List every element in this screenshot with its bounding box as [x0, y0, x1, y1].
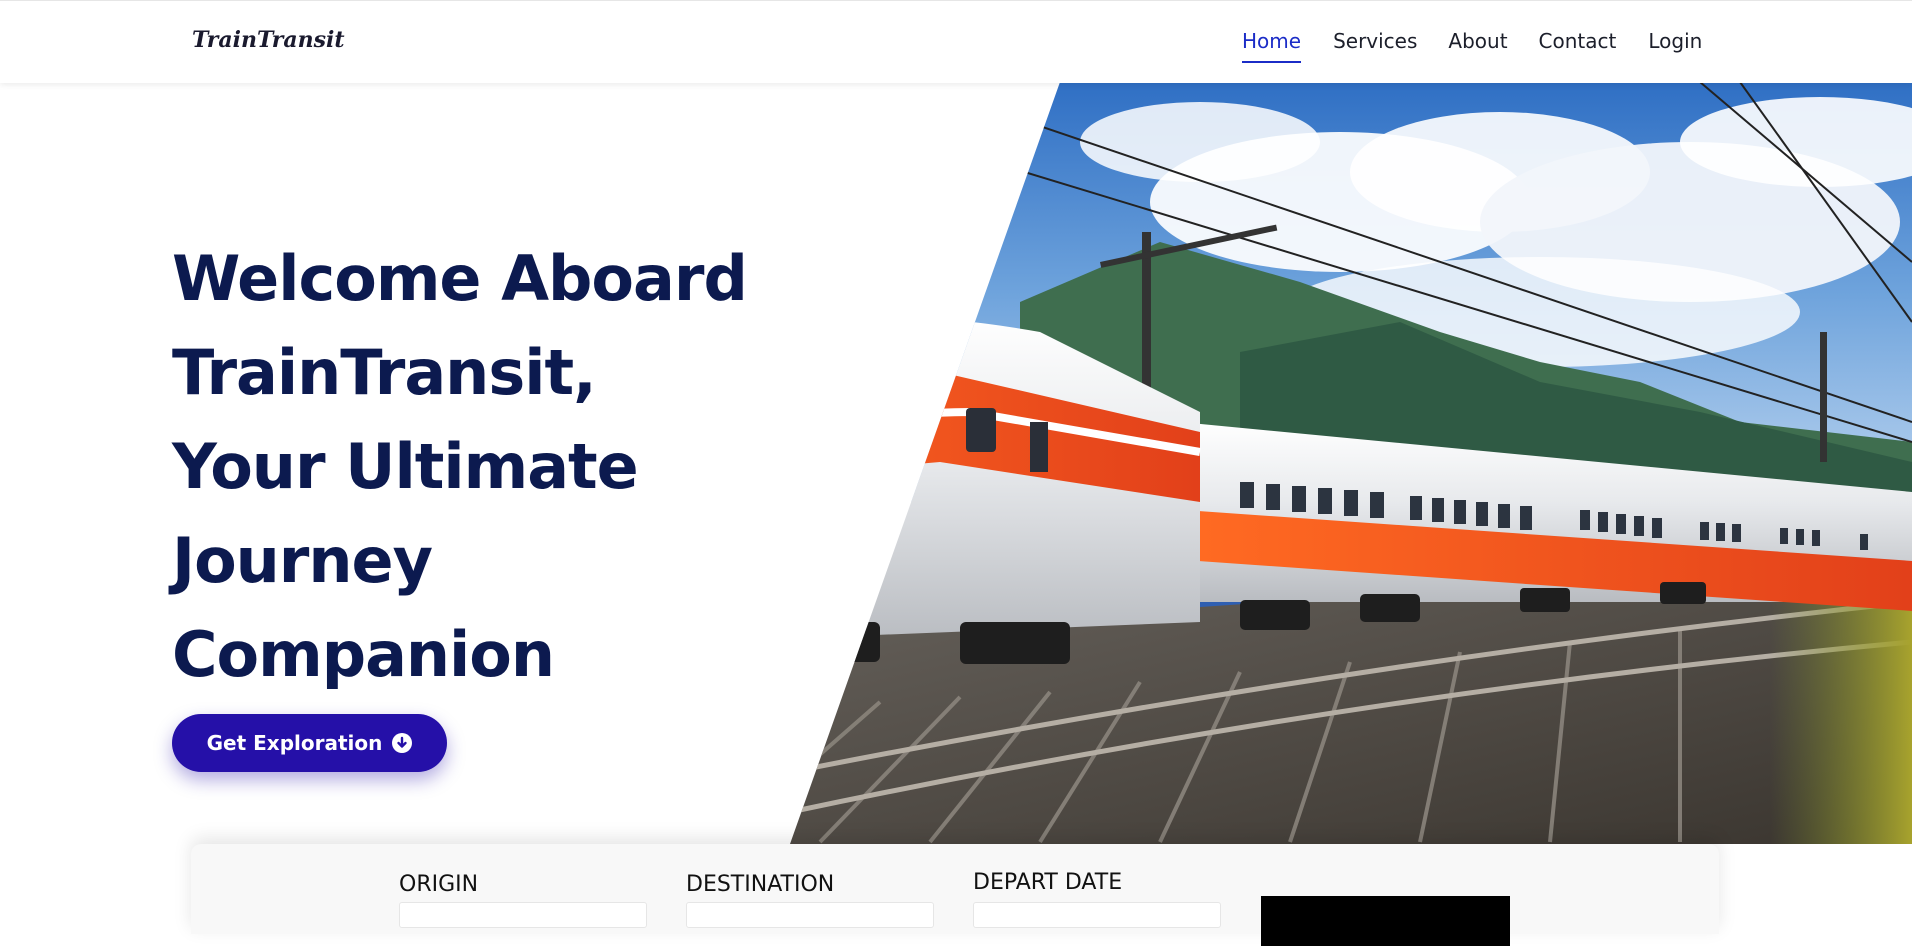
hero-title-line: TrainTransit,	[172, 336, 597, 409]
hero-train-image	[790, 82, 1912, 844]
depart-date-label: DEPART DATE	[973, 870, 1123, 895]
nav-link-contact[interactable]: Contact	[1539, 29, 1617, 63]
hero-title-line: Journey	[172, 524, 433, 597]
hero-title-line: Welcome Aboard	[172, 242, 748, 315]
nav-link-services[interactable]: Services	[1333, 29, 1417, 63]
destination-label: DESTINATION	[686, 872, 835, 897]
hero-title-line: Companion	[172, 618, 555, 691]
arrow-down-circle-icon	[392, 733, 413, 753]
depart-date-input[interactable]	[973, 902, 1221, 928]
navbar: TrainTransit Home Services About Contact…	[0, 0, 1912, 83]
get-exploration-button[interactable]: Get Exploration	[172, 714, 447, 772]
hero-title: Welcome Aboard TrainTransit, Your Ultima…	[172, 232, 772, 702]
nav-links: Home Services About Contact Login	[1242, 29, 1702, 63]
search-button[interactable]	[1261, 896, 1510, 946]
destination-input[interactable]	[686, 902, 934, 928]
cta-label: Get Exploration	[206, 731, 383, 755]
origin-label: ORIGIN	[399, 872, 479, 897]
nav-link-home[interactable]: Home	[1242, 29, 1302, 63]
origin-input[interactable]	[399, 902, 647, 928]
nav-link-login[interactable]: Login	[1648, 29, 1702, 63]
nav-link-about[interactable]: About	[1448, 29, 1507, 63]
hero-title-line: Your Ultimate	[172, 430, 639, 503]
brand-logo[interactable]: TrainTransit	[192, 27, 345, 53]
booking-panel: ORIGIN DESTINATION DEPART DATE	[191, 844, 1719, 946]
